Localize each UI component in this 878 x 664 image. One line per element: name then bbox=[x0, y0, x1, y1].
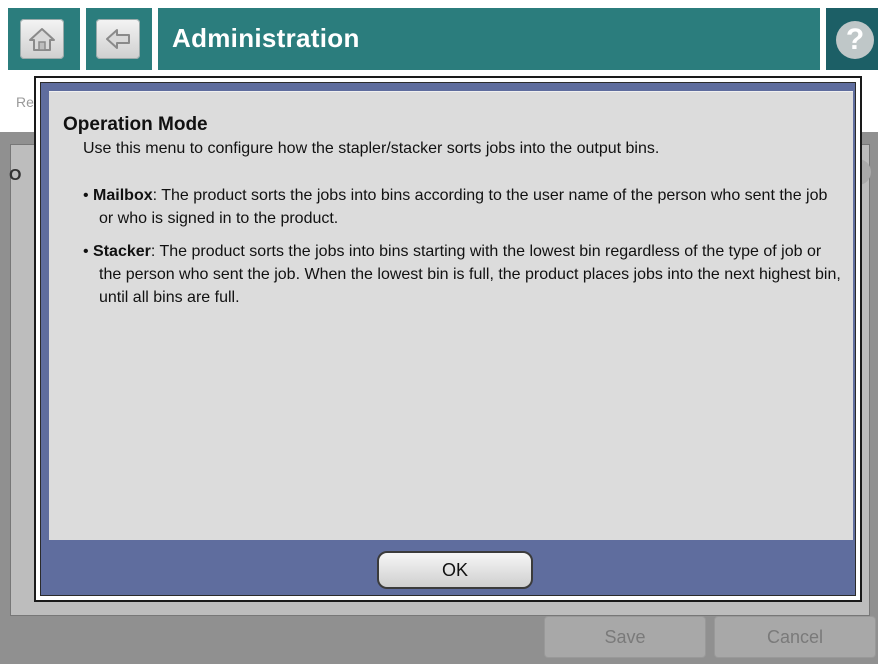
home-tile[interactable] bbox=[8, 8, 80, 70]
bullet-stacker-body: : The product sorts the jobs into bins s… bbox=[99, 243, 841, 306]
ok-button[interactable]: OK bbox=[377, 551, 533, 589]
dialog-title: Operation Mode bbox=[63, 114, 208, 135]
back-button[interactable] bbox=[96, 19, 140, 59]
bullet-mailbox-term: Mailbox bbox=[93, 187, 153, 204]
page-title: Administration bbox=[172, 23, 360, 53]
bullet-stacker-text: • Stacker: The product sorts the jobs in… bbox=[83, 243, 841, 306]
help-dialog: Operation Mode Use this menu to configur… bbox=[34, 76, 862, 602]
underlay-panel-text: O bbox=[9, 167, 22, 184]
back-arrow-icon bbox=[106, 29, 130, 49]
dialog-content: Operation Mode Use this menu to configur… bbox=[49, 91, 853, 540]
back-tile[interactable] bbox=[86, 8, 152, 70]
header-bar: Administration ? bbox=[0, 0, 878, 74]
title-bar: Administration bbox=[158, 8, 820, 70]
bullet-stacker-term: Stacker bbox=[93, 243, 151, 260]
home-button[interactable] bbox=[20, 19, 64, 59]
dialog-frame: Operation Mode Use this menu to configur… bbox=[40, 82, 856, 596]
underlay-strip-text: Re bbox=[16, 94, 34, 110]
bullet-mailbox-body: : The product sorts the jobs into bins a… bbox=[99, 187, 828, 227]
bullet-mailbox: • Mailbox: The product sorts the jobs in… bbox=[83, 184, 843, 230]
cancel-button[interactable]: Cancel bbox=[714, 616, 876, 658]
bullet-stacker: • Stacker: The product sorts the jobs in… bbox=[83, 240, 843, 309]
help-icon[interactable]: ? bbox=[836, 21, 874, 59]
save-button[interactable]: Save bbox=[544, 616, 706, 658]
help-tile[interactable]: ? bbox=[826, 8, 878, 70]
home-icon bbox=[29, 28, 55, 51]
bullet-mailbox-text: • Mailbox: The product sorts the jobs in… bbox=[83, 187, 828, 227]
dialog-description: Use this menu to configure how the stapl… bbox=[83, 140, 660, 157]
